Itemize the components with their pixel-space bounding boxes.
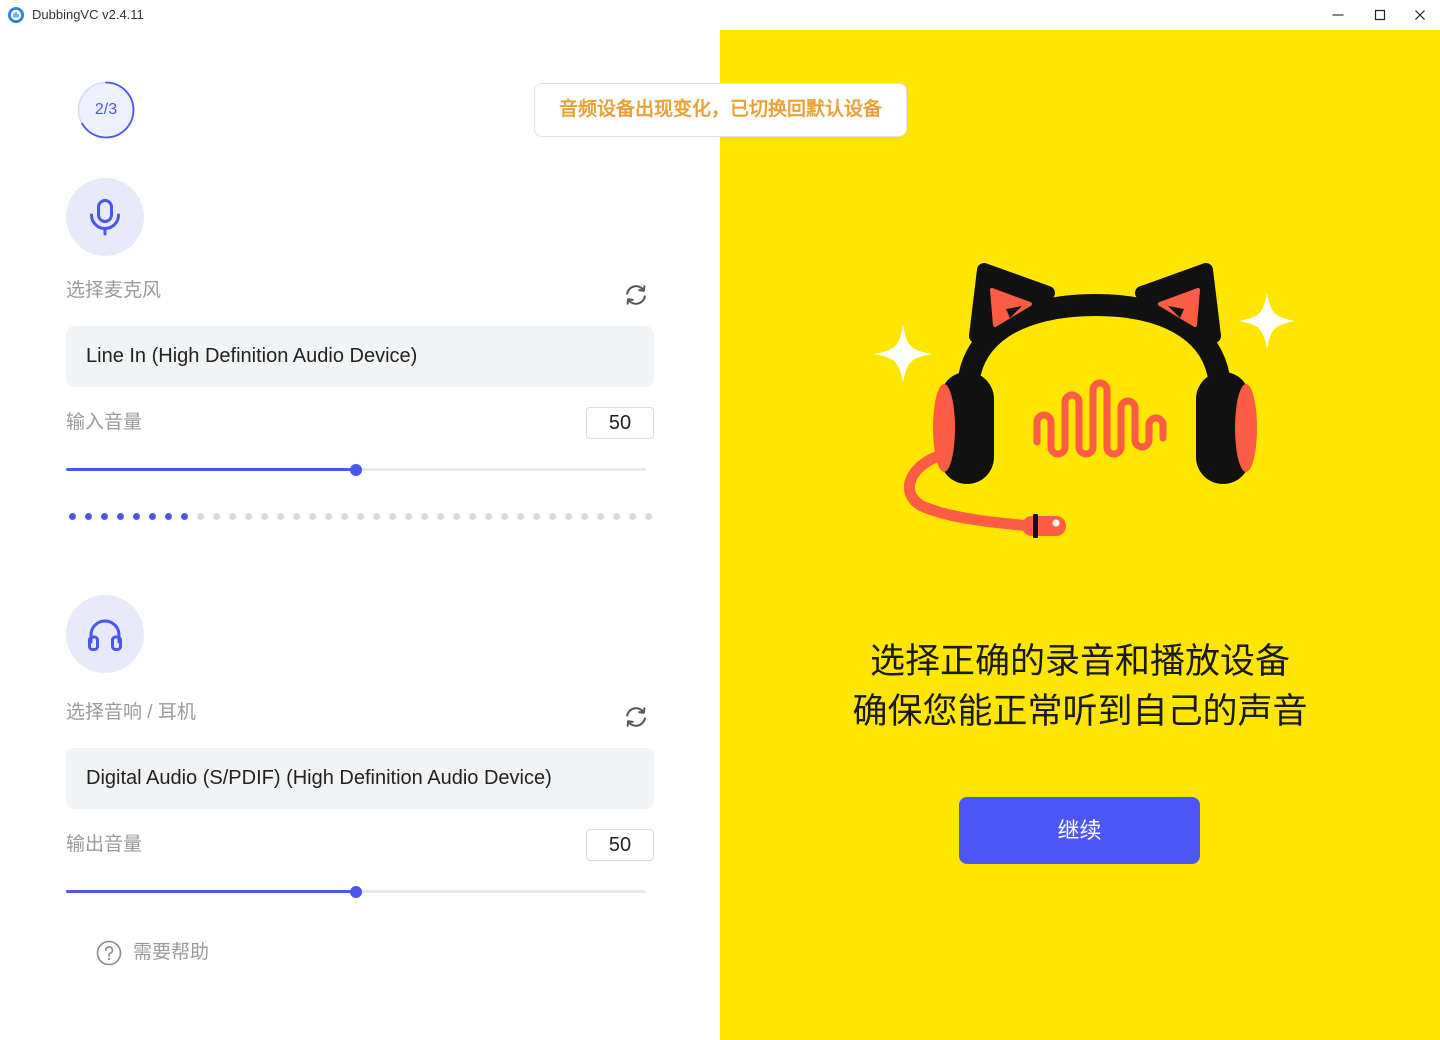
refresh-microphones-button[interactable] — [622, 281, 650, 309]
refresh-icon — [626, 285, 646, 305]
level-dot — [597, 513, 604, 520]
microphone-select[interactable]: Line In (High Definition Audio Device) — [66, 326, 654, 387]
speaker-badge — [66, 595, 144, 673]
level-dot-active — [181, 513, 188, 520]
help-link[interactable]: 需要帮助 — [96, 938, 209, 968]
help-label: 需要帮助 — [133, 942, 210, 963]
level-dot — [517, 513, 524, 520]
refresh-icon — [626, 707, 646, 727]
level-dot — [469, 513, 476, 520]
hero-panel: 选择正确的录音和播放设备 确保您能正常听到自己的声音 继续 — [720, 30, 1440, 1040]
device-settings-panel: 2/3 选择麦克风 Line In (High Definition Audio… — [0, 30, 720, 1040]
level-dot-active — [69, 513, 76, 520]
level-dot — [405, 513, 412, 520]
input-volume-field[interactable]: 50 — [586, 407, 654, 439]
level-dot — [357, 513, 364, 520]
level-dot — [389, 513, 396, 520]
sparkle-left — [874, 325, 932, 383]
level-dot — [213, 513, 220, 520]
mic-tip-band — [1033, 514, 1038, 538]
step-label: 2/3 — [94, 101, 118, 118]
output-volume-label: 输出音量 — [66, 834, 143, 855]
help-icon — [96, 940, 122, 966]
microphone-label: 选择麦克风 — [66, 280, 162, 301]
level-dot — [197, 513, 204, 520]
level-dot — [373, 513, 380, 520]
level-dot — [581, 513, 588, 520]
level-dot-active — [117, 513, 124, 520]
speaker-label: 选择音响 / 耳机 — [66, 702, 196, 723]
level-dot — [549, 513, 556, 520]
refresh-speakers-button[interactable] — [622, 703, 650, 731]
window-title: DubbingVC v2.4.11 — [32, 7, 144, 22]
input-level-meter — [69, 513, 652, 520]
device-change-toast: 音频设备出现变化，已切换回默认设备 — [534, 83, 907, 137]
minimize-icon — [1332, 14, 1344, 16]
level-dot-active — [133, 513, 140, 520]
level-dot — [645, 513, 652, 520]
level-dot — [501, 513, 508, 520]
level-dot — [341, 513, 348, 520]
level-dot — [565, 513, 572, 520]
level-dot — [613, 513, 620, 520]
level-dot — [421, 513, 428, 520]
level-dot-active — [165, 513, 172, 520]
headline-line-2: 确保您能正常听到自己的声音 — [852, 692, 1308, 731]
level-dot — [293, 513, 300, 520]
app-logo-icon — [8, 7, 24, 23]
headphones-icon — [88, 619, 122, 651]
headline-line-1: 选择正确的录音和播放设备 — [869, 642, 1290, 681]
level-dot — [453, 513, 460, 520]
microphone-badge — [66, 178, 144, 256]
level-dot — [629, 513, 636, 520]
maximize-icon — [1374, 9, 1386, 21]
close-icon — [1415, 10, 1425, 20]
level-dot — [485, 513, 492, 520]
slider-fill — [66, 890, 356, 893]
ear-pad-left — [933, 384, 955, 472]
sparkle-right — [1239, 293, 1295, 349]
level-dot-active — [101, 513, 108, 520]
level-dot — [229, 513, 236, 520]
level-dot — [309, 513, 316, 520]
step-indicator: 2/3 — [77, 81, 135, 139]
title-bar: DubbingVC v2.4.11 — [0, 0, 1440, 30]
level-dot — [245, 513, 252, 520]
output-volume-field[interactable]: 50 — [586, 829, 654, 861]
mic-icon — [90, 199, 120, 236]
level-dot-active — [85, 513, 92, 520]
level-dot — [437, 513, 444, 520]
minimize-button[interactable] — [1318, 0, 1358, 30]
level-dot-active — [149, 513, 156, 520]
slider-fill — [66, 468, 356, 471]
level-dot — [533, 513, 540, 520]
continue-button[interactable]: 继续 — [959, 797, 1200, 864]
headline: 选择正确的录音和播放设备 确保您能正常听到自己的声音 — [720, 637, 1440, 737]
mic-tip-light — [1052, 519, 1060, 527]
level-dot — [277, 513, 284, 520]
input-volume-label: 输入音量 — [66, 412, 143, 433]
level-dot — [325, 513, 332, 520]
level-dot — [261, 513, 268, 520]
sound-wave — [1033, 379, 1167, 458]
ear-pad-right — [1235, 384, 1257, 472]
output-volume-slider[interactable] — [66, 884, 646, 900]
maximize-button[interactable] — [1360, 0, 1400, 30]
close-button[interactable] — [1400, 0, 1440, 30]
mic-tip — [1022, 516, 1066, 536]
input-volume-slider[interactable] — [66, 462, 646, 478]
slider-thumb[interactable] — [350, 885, 362, 898]
speaker-select[interactable]: Digital Audio (S/PDIF) (High Definition … — [66, 748, 654, 809]
slider-thumb[interactable] — [350, 463, 362, 476]
